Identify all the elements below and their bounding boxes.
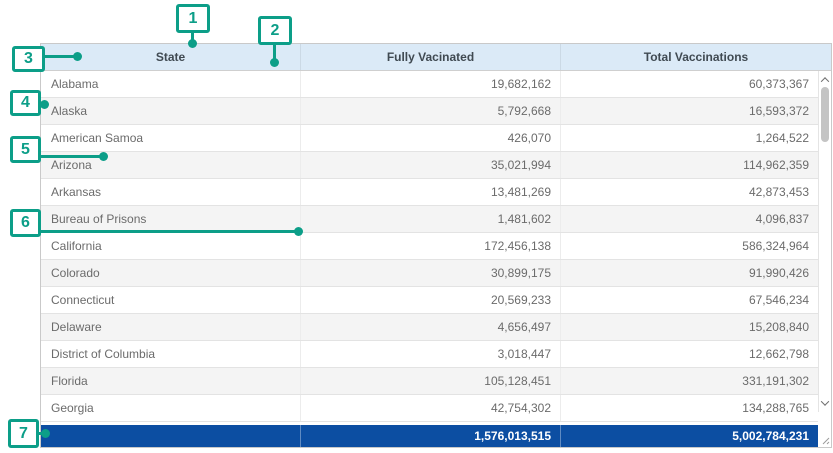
table-header-row: State Fully Vacinated Total Vaccinations — [41, 44, 831, 71]
cell-total-vaccinations: 586,324,964 — [561, 233, 818, 259]
table-row[interactable]: Delaware 4,656,497 15,208,840 — [41, 314, 818, 341]
cell-state: District of Columbia — [41, 341, 301, 367]
cell-fully-vaccinated: 3,018,447 — [301, 341, 561, 367]
cell-total-vaccinations: 134,288,765 — [561, 395, 818, 421]
cell-total-vaccinations: 16,593,372 — [561, 98, 818, 124]
cell-fully-vaccinated: 13,481,269 — [301, 179, 561, 205]
cell-state: Georgia — [41, 395, 301, 421]
callout-marker-1: 1 — [176, 4, 210, 33]
callout-dot-6 — [294, 227, 303, 236]
cell-fully-vaccinated: 172,456,138 — [301, 233, 561, 259]
scroll-up-button[interactable] — [819, 73, 831, 87]
cell-state: Alaska — [41, 98, 301, 124]
table-row[interactable]: Arkansas 13,481,269 42,873,453 — [41, 179, 818, 206]
cell-fully-vaccinated: 426,070 — [301, 125, 561, 151]
table-row[interactable]: Arizona 35,021,994 114,962,359 — [41, 152, 818, 179]
cell-fully-vaccinated: 1,481,602 — [301, 206, 561, 232]
cell-fully-vaccinated: 42,754,302 — [301, 395, 561, 421]
cell-total-vaccinations: 331,191,302 — [561, 368, 818, 394]
cell-total-vaccinations: 67,546,234 — [561, 287, 818, 313]
table-row[interactable]: Bureau of Prisons 1,481,602 4,096,837 — [41, 206, 818, 233]
table-row[interactable]: Florida 105,128,451 331,191,302 — [41, 368, 818, 395]
callout-stem-6 — [40, 230, 296, 233]
callout-stem-3 — [44, 55, 76, 58]
cell-fully-vaccinated: 19,682,162 — [301, 71, 561, 97]
callout-dot-7 — [41, 429, 50, 438]
table-row[interactable]: Alabama 19,682,162 60,373,367 — [41, 71, 818, 98]
callout-marker-7: 7 — [8, 419, 39, 448]
scroll-down-button[interactable] — [819, 396, 831, 410]
cell-state: California — [41, 233, 301, 259]
cell-state: Alabama — [41, 71, 301, 97]
table-row[interactable]: Colorado 30,899,175 91,990,426 — [41, 260, 818, 287]
table-row[interactable]: District of Columbia 3,018,447 12,662,79… — [41, 341, 818, 368]
callout-marker-6: 6 — [10, 209, 41, 237]
column-header-total-vaccinations[interactable]: Total Vaccinations — [561, 44, 831, 70]
callout-marker-3: 3 — [12, 46, 45, 72]
cell-total-vaccinations: 114,962,359 — [561, 152, 818, 178]
cell-total-vaccinations: 12,662,798 — [561, 341, 818, 367]
table-row[interactable]: Alaska 5,792,668 16,593,372 — [41, 98, 818, 125]
cell-state: Arkansas — [41, 179, 301, 205]
chevron-up-icon — [821, 77, 829, 85]
cell-total-vaccinations: 15,208,840 — [561, 314, 818, 340]
cell-state: Delaware — [41, 314, 301, 340]
cell-state: Bureau of Prisons — [41, 206, 301, 232]
chevron-down-icon — [821, 397, 829, 405]
callout-dot-2 — [270, 58, 279, 67]
cell-total-vaccinations: 4,096,837 — [561, 206, 818, 232]
cell-fully-vaccinated: 30,899,175 — [301, 260, 561, 286]
vaccination-table: State Fully Vacinated Total Vaccinations… — [40, 43, 832, 448]
cell-fully-vaccinated: 105,128,451 — [301, 368, 561, 394]
cell-total-vaccinations: 42,873,453 — [561, 179, 818, 205]
callout-dot-3 — [73, 52, 82, 61]
resize-grip-icon[interactable] — [821, 436, 830, 445]
callout-dot-5 — [99, 152, 108, 161]
cell-fully-vaccinated: 20,569,233 — [301, 287, 561, 313]
summary-state — [41, 425, 301, 447]
table-row[interactable]: Georgia 42,754,302 134,288,765 — [41, 395, 818, 422]
table-row[interactable]: California 172,456,138 586,324,964 — [41, 233, 818, 260]
cell-total-vaccinations: 91,990,426 — [561, 260, 818, 286]
cell-fully-vaccinated: 4,656,497 — [301, 314, 561, 340]
cell-state: Connecticut — [41, 287, 301, 313]
summary-row: 1,576,013,515 5,002,784,231 — [41, 425, 818, 447]
vertical-scrollbar[interactable] — [818, 71, 831, 412]
summary-fully-vaccinated: 1,576,013,515 — [301, 425, 561, 447]
summary-total-vaccinations: 5,002,784,231 — [561, 425, 818, 447]
column-header-fully-vaccinated[interactable]: Fully Vacinated — [301, 44, 561, 70]
callout-marker-5: 5 — [10, 136, 41, 163]
table-body: Alabama 19,682,162 60,373,367 Alaska 5,7… — [41, 71, 818, 422]
cell-fully-vaccinated: 35,021,994 — [301, 152, 561, 178]
cell-fully-vaccinated: 5,792,668 — [301, 98, 561, 124]
callout-stem-5 — [40, 155, 101, 158]
cell-total-vaccinations: 60,373,367 — [561, 71, 818, 97]
table-row[interactable]: Connecticut 20,569,233 67,546,234 — [41, 287, 818, 314]
callout-dot-1 — [188, 39, 197, 48]
cell-total-vaccinations: 1,264,522 — [561, 125, 818, 151]
scrollbar-thumb[interactable] — [821, 87, 829, 142]
callout-marker-4: 4 — [10, 90, 41, 116]
cell-state: American Samoa — [41, 125, 301, 151]
cell-state: Colorado — [41, 260, 301, 286]
callout-marker-2: 2 — [258, 16, 292, 45]
table-row[interactable]: American Samoa 426,070 1,264,522 — [41, 125, 818, 152]
cell-state: Florida — [41, 368, 301, 394]
callout-dot-4 — [40, 100, 49, 109]
